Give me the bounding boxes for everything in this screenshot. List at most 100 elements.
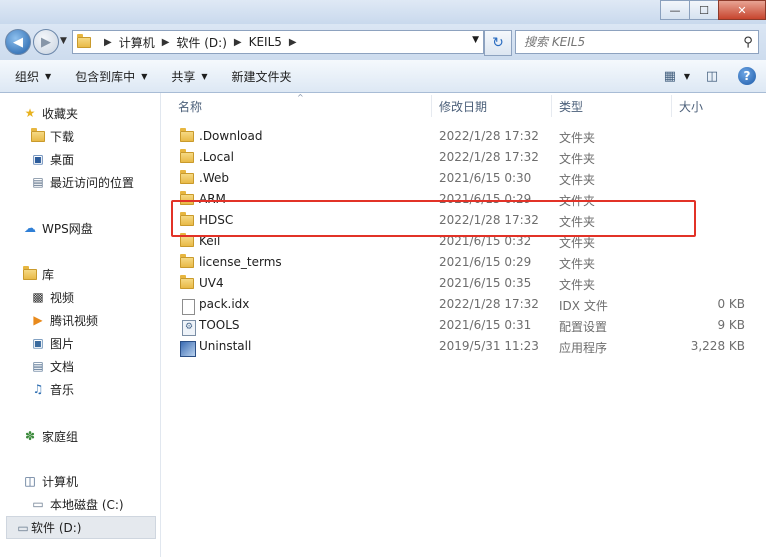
breadcrumb-keil5[interactable]: KEIL5 [249,35,282,49]
nav-local-disk-c[interactable]: ▭ 本地磁盘 (C:) [30,494,123,514]
nav-label: 下载 [50,129,75,144]
nav-label: 最近访问的位置 [50,175,135,190]
nav-libraries[interactable]: 库 [22,264,54,284]
preview-pane-icon[interactable]: ◫ [700,64,724,88]
recent-places-icon: ▤ [32,175,44,189]
file-name: license_terms [199,255,282,269]
title-bar: — ☐ ✕ [0,0,766,24]
file-type: 文件夹 [559,173,596,187]
search-input[interactable] [516,34,738,50]
nav-label: 桌面 [50,152,75,167]
nav-label: 软件 (D:) [31,521,82,535]
file-size: 0 KB [717,297,745,311]
file-row[interactable]: .Download 2022/1/28 17:32 文件夹 [161,126,766,147]
file-row[interactable]: .Local 2022/1/28 17:32 文件夹 [161,147,766,168]
file-type: 文件夹 [559,152,596,166]
homegroup-icon: ✽ [24,429,36,443]
column-header-name[interactable]: 名称 [178,93,202,119]
nav-homegroup[interactable]: ✽ 家庭组 [22,426,78,446]
chevron-right-icon[interactable]: ▶ [289,37,297,48]
column-divider[interactable] [551,95,552,117]
address-dropdown-icon[interactable]: ▼ [472,35,479,45]
nav-documents[interactable]: ▤ 文档 [30,356,74,376]
column-header-date[interactable]: 修改日期 [439,93,487,119]
file-date: 2019/5/31 11:23 [439,339,539,353]
new-folder-button[interactable]: 新建文件夹 [223,64,301,88]
file-row[interactable]: license_terms 2021/6/15 0:29 文件夹 [161,252,766,273]
file-date: 2021/6/15 0:30 [439,171,532,185]
nav-label: 视频 [50,290,75,305]
organize-menu[interactable]: 组织 ▼ [6,64,60,88]
folder-icon [180,275,196,291]
arrow-left-icon: ◀ [13,34,23,50]
folder-icon [180,128,196,144]
view-dropdown-icon[interactable]: ▼ [684,72,690,81]
nav-computer[interactable]: ◫ 计算机 [22,471,78,491]
nav-wps-cloud[interactable]: ☁ WPS网盘 [22,218,93,238]
back-button[interactable]: ◀ [5,29,31,55]
nav-videos[interactable]: ▩ 视频 [30,287,74,307]
nav-favorites[interactable]: ★ 收藏夹 [22,103,78,123]
file-date: 2021/6/15 0:31 [439,318,532,332]
file-row[interactable]: pack.idx 2022/1/28 17:32 IDX 文件 0 KB [161,294,766,315]
share-menu[interactable]: 共享 ▼ [162,64,216,88]
video-icon: ▩ [32,290,44,304]
chevron-right-icon[interactable]: ▶ [162,37,170,48]
file-type: 应用程序 [559,341,608,355]
application-icon [180,338,196,357]
file-row[interactable]: Uninstall 2019/5/31 11:23 应用程序 3,228 KB [161,336,766,357]
tencent-video-icon: ▶ [33,313,43,327]
file-list: ^ 名称 修改日期 类型 大小 .Download 2022/1/28 17:32… [161,93,766,557]
search-box: ⚲ [515,30,759,54]
file-row[interactable]: ⚙ TOOLS 2021/6/15 0:31 配置设置 9 KB [161,315,766,336]
library-icon [22,265,38,282]
file-size: 3,228 KB [690,339,745,353]
nav-label: 音乐 [50,382,75,397]
column-divider[interactable] [431,95,432,117]
include-in-library-menu[interactable]: 包含到库中 ▼ [66,64,156,88]
nav-recent-places[interactable]: ▤ 最近访问的位置 [30,172,134,192]
search-icon[interactable]: ⚲ [738,35,758,50]
chevron-right-icon[interactable]: ▶ [234,37,242,48]
file-type: 文件夹 [559,278,596,292]
star-icon: ★ [24,106,36,120]
new-folder-label: 新建文件夹 [231,69,292,84]
breadcrumb-computer[interactable]: 计算机 [119,34,155,51]
nav-label: 文档 [50,359,75,374]
close-button[interactable]: ✕ [718,0,766,20]
file-date: 2021/6/15 0:29 [439,255,532,269]
forward-button[interactable]: ▶ [33,29,59,55]
column-divider[interactable] [671,95,672,117]
chevron-right-icon: ▶ [104,36,112,48]
nav-downloads[interactable]: 下载 [30,126,74,146]
nav-pictures[interactable]: ▣ 图片 [30,333,74,353]
file-name: pack.idx [199,297,250,311]
command-bar: 组织 ▼ 包含到库中 ▼ 共享 ▼ 新建文件夹 ▦ ▼ ◫ ? [0,60,766,93]
nav-label: 收藏夹 [42,106,79,121]
config-file-icon: ⚙ [180,317,196,336]
file-row[interactable]: .Web 2021/6/15 0:30 文件夹 [161,168,766,189]
organize-label: 组织 [15,69,40,84]
maximize-button[interactable]: ☐ [689,0,719,20]
recent-pages-dropdown[interactable]: ▼ [60,36,67,46]
file-row[interactable]: UV4 2021/6/15 0:35 文件夹 [161,273,766,294]
file-name: TOOLS [199,318,240,332]
column-header-size[interactable]: 大小 [679,93,703,119]
view-options-icon[interactable]: ▦ [658,64,682,88]
address-bar[interactable]: ▶ 计算机 ▶ 软件 (D:) ▶ KEIL5 ▶ ▼ [72,30,484,54]
file-type: 配置设置 [559,320,608,334]
chevron-down-icon: ▼ [201,71,208,81]
refresh-button[interactable]: ↻ [484,30,512,56]
file-name: UV4 [199,276,224,290]
breadcrumb-software-drive[interactable]: 软件 (D:) [176,34,226,51]
nav-label: WPS网盘 [42,221,93,236]
column-header-type[interactable]: 类型 [559,93,583,119]
nav-tencent-video[interactable]: ▶ 腾讯视频 [30,310,98,330]
nav-desktop[interactable]: ▣ 桌面 [30,149,74,169]
help-icon[interactable]: ? [738,67,756,85]
nav-music[interactable]: ♫ 音乐 [30,379,74,399]
minimize-button[interactable]: — [660,0,690,20]
address-row: ◀ ▶ ▼ ▶ 计算机 ▶ 软件 (D:) ▶ KEIL5 ▶ ▼ ↻ ⚲ [0,24,766,60]
file-name: Uninstall [199,339,252,353]
nav-software-disk-d[interactable]: ▭ 软件 (D:) [6,516,156,539]
